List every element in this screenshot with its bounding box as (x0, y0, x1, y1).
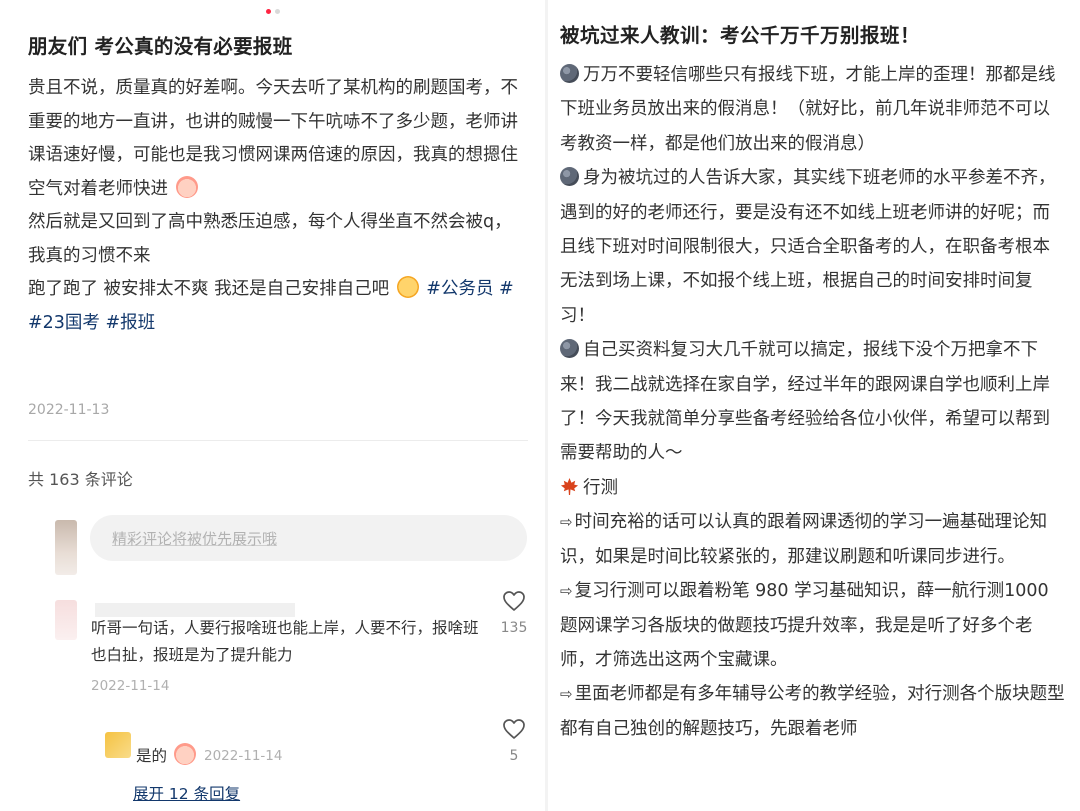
arrow-right-icon: ⇨ (560, 582, 573, 601)
user-avatar (55, 520, 77, 575)
bullet-2: 复习行测可以跟着粉笔 980 学习基础知识，薛一航行测1000题网课学习各版块的… (560, 581, 1049, 670)
comment-input-placeholder: 精彩评论将被优先展示哦 (112, 530, 278, 548)
post-paragraph-2: 身为被坑过的人告诉大家，其实线下班老师的水平参差不齐，遇到的好的老师还行，要是没… (560, 168, 1056, 326)
moon-emoji-icon (560, 64, 579, 83)
reply-text: 是的 (136, 743, 198, 770)
heart-icon[interactable] (502, 590, 526, 612)
moon-emoji-icon (560, 167, 579, 187)
moon-emoji-icon (560, 339, 579, 359)
comment-count: 共 163 条评论 (28, 470, 133, 489)
post-date: 2022-11-13 (28, 402, 110, 418)
comment-text: 听哥一句话，人要行报啥班也能上岸，人要不行，报啥班也白扯，报班是为了提升能力 (91, 619, 479, 664)
reply-date: 2022-11-14 (204, 748, 283, 764)
arrow-right-icon: ⇨ (560, 685, 573, 704)
pager-dot-active[interactable] (266, 9, 271, 14)
post-title: 被坑过来人教训：考公千万千万别报班！ (560, 24, 921, 47)
divider (28, 440, 528, 441)
post-title: 朋友们 考公真的没有必要报班 (28, 35, 293, 58)
comment-input[interactable]: 精彩评论将被优先展示哦 (90, 515, 527, 561)
post-paragraph-1: 贵且不说，质量真的好差啊。今天去听了某机构的刷题国考，不重要的地方一直讲，也讲的… (28, 78, 518, 199)
arrow-right-icon: ⇨ (560, 513, 573, 532)
heart-icon[interactable] (502, 718, 526, 740)
post-paragraph-3: 自己买资料复习大几千就可以搞定，报线下没个万把拿不下来！我二战就选择在家自学，经… (560, 340, 1050, 464)
pager-dot[interactable] (275, 9, 280, 14)
right-post-panel: 被坑过来人教训：考公千万千万别报班！ 万万不要轻信哪些只有报线下班，才能上岸的歪… (548, 0, 1080, 811)
crying-emoji-icon (175, 175, 198, 198)
bullet-3: 里面老师都是有多年辅导公考的教学经验，对行测各个版块题型都有自己独创的解题技巧，… (560, 684, 1065, 739)
post-paragraph-3: 跑了跑了 被安排太不爽 我还是自己安排自己吧 (28, 279, 390, 299)
hashtag-class[interactable]: #报班 (106, 313, 156, 333)
image-pager-dots[interactable] (266, 9, 280, 14)
section-heading: 行测 (583, 477, 618, 498)
hashtag-empty[interactable]: # (499, 279, 514, 299)
hashtag-civil-servant[interactable]: #公务员 (426, 279, 493, 299)
comment-date: 2022-11-14 (91, 678, 170, 694)
commenter-avatar[interactable] (55, 600, 77, 640)
bullet-1: 时间充裕的话可以认真的跟着网课透彻的学习一遍基础理论知识，如果是时间比较紧张的，… (560, 512, 1048, 567)
post-paragraph-1: 万万不要轻信哪些只有报线下班，才能上岸的歪理！那都是线下班业务员放出来的假消息！… (560, 65, 1056, 154)
post-body: 万万不要轻信哪些只有报线下班，才能上岸的歪理！那都是线下班业务员放出来的假消息！… (560, 58, 1065, 746)
left-post-panel: 朋友们 考公真的没有必要报班 贵且不说，质量真的好差啊。今天去听了某机构的刷题国… (0, 0, 545, 811)
post-paragraph-2: 然后就是又回到了高中熟悉压迫感，每个人得坐直不然会被q，我真的习惯不来 (28, 212, 512, 266)
reply-like-count: 5 (509, 748, 519, 764)
duck-emoji-icon (396, 276, 419, 298)
maple-leaf-icon (560, 477, 579, 495)
hashtag-23-national-exam[interactable]: #23国考 (28, 313, 100, 333)
crying-emoji-icon (173, 743, 196, 765)
reply-text-content: 是的 (136, 747, 168, 765)
comment-like-count: 135 (500, 620, 528, 636)
post-body: 贵且不说，质量真的好差啊。今天去听了某机构的刷题国考，不重要的地方一直讲，也讲的… (28, 72, 528, 340)
expand-replies-link[interactable]: 展开 12 条回复 (133, 782, 240, 804)
reply-avatar[interactable] (105, 732, 131, 758)
